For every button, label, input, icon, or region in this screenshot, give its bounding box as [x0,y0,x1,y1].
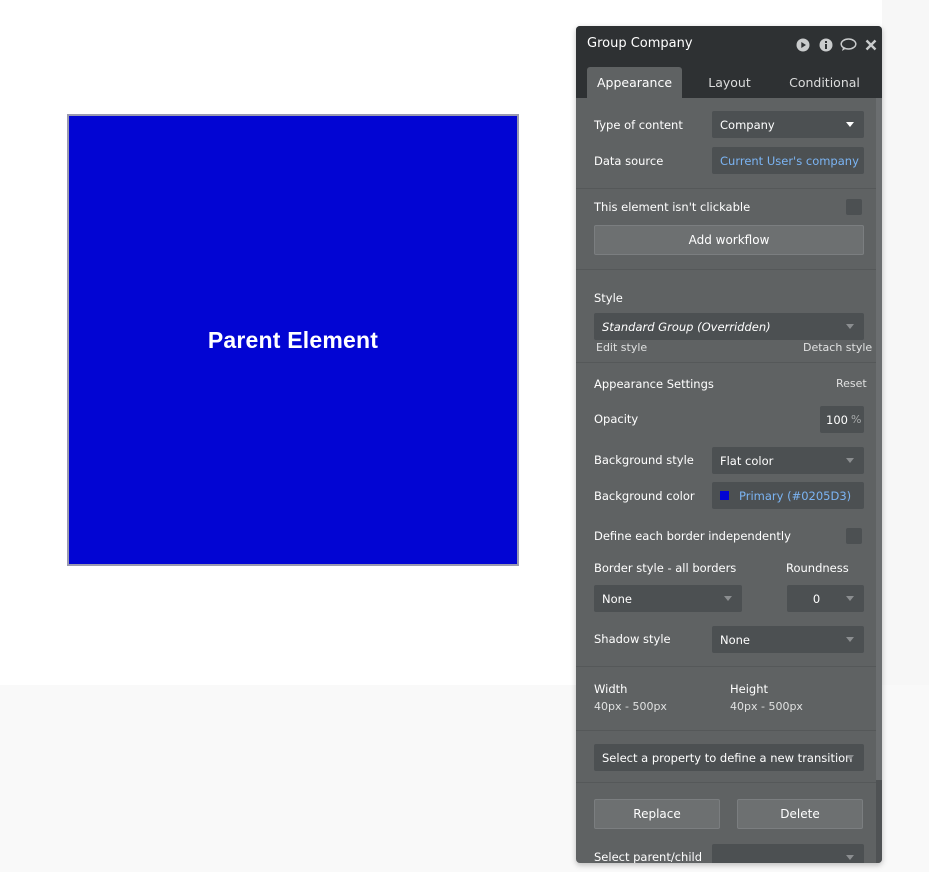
divider [576,188,876,189]
close-icon[interactable] [864,38,878,52]
replace-button[interactable]: Replace [594,799,720,829]
roundness-input[interactable]: 0 [787,585,864,612]
add-workflow-button[interactable]: Add workflow [594,225,864,255]
chevron-down-icon [846,596,854,601]
panel-title: Group Company [587,36,693,51]
type-of-content-value: Company [720,117,775,132]
data-source-label: Data source [594,154,664,168]
border-independent-label: Define each border independently [594,529,791,543]
shadow-style-label: Shadow style [594,632,671,646]
background-color-label: Background color [594,489,695,503]
canvas-right-margin [882,0,929,685]
tab-layout[interactable]: Layout [682,67,777,98]
divider [576,730,876,731]
height-label: Height [730,682,769,696]
style-label: Style [594,291,623,305]
not-clickable-checkbox[interactable] [846,199,862,215]
not-clickable-label: This element isn't clickable [594,200,751,214]
data-source-value: Current User's company [720,153,859,168]
divider [576,269,876,270]
parent-element-group[interactable]: Parent Element [67,114,519,566]
roundness-value: 0 [812,591,821,606]
tab-bar: Appearance Layout Conditional [576,62,882,98]
height-value[interactable]: 40px - 500px [730,700,803,713]
play-icon[interactable] [796,38,810,52]
style-value: Standard Group (Overridden) [602,319,771,334]
select-parent-child-dropdown[interactable] [712,844,864,863]
chevron-down-icon [846,855,854,860]
panel-header[interactable]: Group Company [576,26,882,62]
chevron-down-icon [846,637,854,642]
panel-scrollbar-thumb[interactable] [876,98,882,780]
select-parent-child-label: Select parent/child [594,850,703,863]
info-icon[interactable] [819,38,833,52]
tab-appearance[interactable]: Appearance [587,67,682,98]
detach-style-link[interactable]: Detach style [803,341,872,354]
tab-conditional[interactable]: Conditional [777,67,872,98]
width-value[interactable]: 40px - 500px [594,700,667,713]
shadow-style-dropdown[interactable]: None [712,626,864,653]
color-swatch [720,491,729,500]
background-style-dropdown[interactable]: Flat color [712,447,864,474]
border-style-label: Border style - all borders [594,561,737,575]
roundness-label: Roundness [786,561,849,575]
type-of-content-label: Type of content [594,118,683,132]
background-style-value: Flat color [720,453,774,468]
parent-element-label: Parent Element [207,326,379,353]
comment-icon[interactable] [840,38,857,52]
opacity-value: 100 [826,412,848,427]
appearance-settings-label: Appearance Settings [594,377,714,391]
chevron-down-icon [846,755,854,760]
chevron-down-icon [846,458,854,463]
opacity-label: Opacity [594,412,639,426]
transition-placeholder: Select a property to define a new transi… [602,750,853,765]
shadow-style-value: None [720,632,751,647]
delete-button[interactable]: Delete [737,799,863,829]
border-independent-checkbox[interactable] [846,528,862,544]
chevron-down-icon [846,324,854,329]
chevron-down-icon [724,596,732,601]
edit-style-link[interactable]: Edit style [596,341,647,354]
background-color-picker[interactable]: Primary (#0205D3) [712,482,864,509]
divider [576,782,876,783]
property-editor-panel: Group Company Appearance Layout Conditio… [576,26,882,863]
reset-link[interactable]: Reset [836,377,867,390]
style-dropdown[interactable]: Standard Group (Overridden) [594,313,864,340]
background-color-value: Primary (#0205D3) [739,488,852,503]
data-source-field[interactable]: Current User's company [712,147,864,174]
background-style-label: Background style [594,453,694,467]
chevron-down-icon [846,122,854,127]
border-style-value: None [602,591,633,606]
opacity-input[interactable]: 100 % [820,406,864,433]
width-label: Width [594,682,628,696]
transition-dropdown[interactable]: Select a property to define a new transi… [594,744,864,771]
border-style-dropdown[interactable]: None [594,585,742,612]
divider [576,362,876,363]
type-of-content-dropdown[interactable]: Company [712,111,864,138]
opacity-unit: % [850,413,862,426]
divider [576,666,876,667]
